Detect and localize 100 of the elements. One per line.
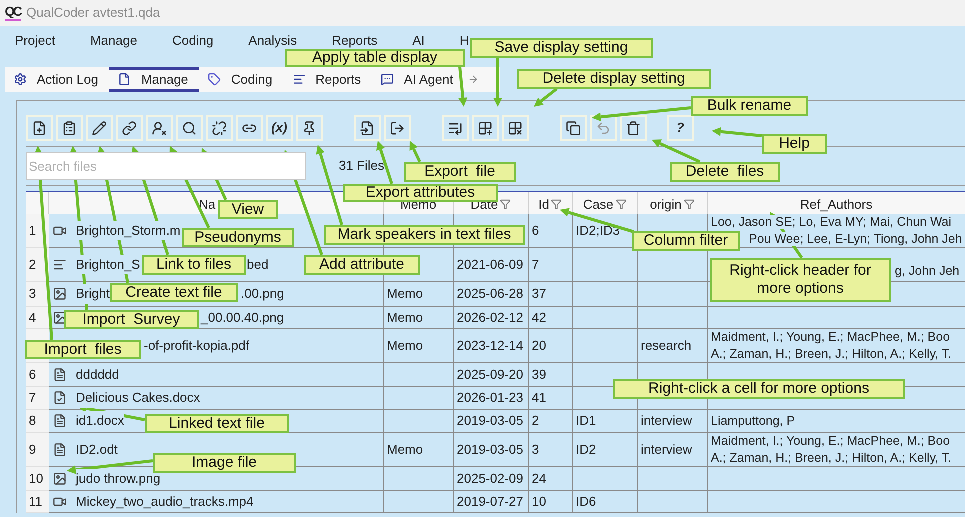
file-name: bed <box>247 256 269 274</box>
file-name: .00.png <box>241 285 284 304</box>
toolbar-button[interactable] <box>620 115 647 141</box>
filter-icon[interactable] <box>551 199 562 210</box>
table-cell <box>638 467 708 491</box>
table-cell: Liamputtong, P <box>708 410 965 433</box>
table-cell: 2025-09-20 <box>454 363 529 387</box>
table-cell <box>573 307 638 329</box>
column-header[interactable]: Case <box>583 198 614 212</box>
column-header[interactable]: Ref_Authors <box>800 198 873 212</box>
column-header[interactable]: origin <box>650 198 682 212</box>
table-cell <box>638 491 708 513</box>
table-cell: ID2 <box>573 433 638 467</box>
toolbar-button[interactable] <box>442 115 469 141</box>
menu-item[interactable]: H <box>460 34 470 48</box>
toolbar-button[interactable] <box>116 115 143 141</box>
toolbar-button[interactable] <box>206 115 233 141</box>
toolbar-button[interactable] <box>296 115 323 141</box>
callout-tooltip: Delete display setting <box>517 69 711 89</box>
table-cell: interview <box>638 433 708 467</box>
menu-item[interactable]: Reports <box>332 34 378 48</box>
table-cell: 2025-06-28 <box>454 282 529 307</box>
menu-item[interactable]: AI <box>412 34 425 48</box>
callout-arrow <box>712 127 762 138</box>
toolbar-button[interactable] <box>384 115 411 141</box>
callout-tooltip: Create text file <box>110 283 238 302</box>
toolbar-button[interactable]: ? <box>667 115 694 141</box>
file-count: 31 Files <box>339 157 385 176</box>
table-cell: 2019-03-05 <box>454 433 529 467</box>
toolbar-button[interactable] <box>472 115 499 141</box>
user-x-icon <box>152 120 167 136</box>
app-logo: QC <box>5 5 20 21</box>
callout-tooltip: Import files <box>25 340 141 359</box>
table-cell: 2021-06-09 <box>454 248 529 282</box>
copy-icon <box>566 120 581 136</box>
link-icon <box>122 120 137 136</box>
file-name: -of-profit-kopia.pdf <box>144 336 250 355</box>
pencil-icon <box>92 120 107 136</box>
callout-arrow <box>494 58 502 107</box>
file-plus-icon <box>32 120 47 136</box>
tab[interactable]: Reports <box>284 67 372 92</box>
table-cell <box>638 307 708 329</box>
trash-icon <box>626 120 641 136</box>
table-cell: 39 <box>529 363 573 387</box>
window-title: QualCoder avtest1.qda <box>26 4 160 22</box>
toolbar-button[interactable] <box>176 115 203 141</box>
callout-arrow <box>652 140 701 164</box>
toolbar-button[interactable] <box>146 115 173 141</box>
filter-icon[interactable] <box>684 199 695 210</box>
table-cell: ID6 <box>573 491 638 513</box>
settings-icon <box>14 73 27 86</box>
file-name: _00.00.40.png <box>201 308 284 327</box>
table-cell: ID1 <box>573 410 638 433</box>
menu-item[interactable]: Coding <box>172 34 214 48</box>
document-icon <box>53 442 67 456</box>
callout-tooltip: Bulk rename <box>691 96 808 116</box>
toolbar-button[interactable] <box>354 115 381 141</box>
lines-icon <box>53 258 67 272</box>
callout-tooltip: View <box>218 200 278 219</box>
broken-link-icon <box>212 120 227 136</box>
table-cell <box>573 282 638 307</box>
filter-icon[interactable] <box>616 199 627 210</box>
filter-icon[interactable] <box>500 199 512 210</box>
tab[interactable]: Action Log <box>5 67 110 92</box>
table-cell: 3 <box>529 433 573 467</box>
row-number: 7 <box>26 387 49 410</box>
column-header[interactable]: Na <box>199 198 216 212</box>
callout-tooltip: Column filter <box>632 231 740 251</box>
tab[interactable]: Manage <box>109 67 200 92</box>
row-number: 3 <box>26 282 49 307</box>
toolbar-button[interactable] <box>236 115 263 141</box>
search-field[interactable]: Search files <box>26 152 306 180</box>
callout-tooltip: Delete files <box>670 162 780 182</box>
table-cell: 20 <box>529 329 573 363</box>
tab[interactable]: Coding <box>199 67 284 92</box>
file-arrow-icon <box>360 120 375 136</box>
toolbar-button[interactable]: (x) <box>266 115 293 141</box>
table-cell: 2019-07-27 <box>454 491 529 513</box>
menu-item[interactable]: Analysis <box>248 34 298 48</box>
callout-tooltip: Export file <box>404 162 516 182</box>
tab[interactable]: AI Agent <box>372 67 464 92</box>
image-icon <box>53 310 67 324</box>
menu-item[interactable]: Manage <box>90 34 138 48</box>
tag-icon <box>208 73 222 86</box>
table-cell: 2026-01-23 <box>454 387 529 410</box>
search-icon <box>182 120 197 136</box>
lines-icon <box>292 73 306 86</box>
menu-item[interactable]: Project <box>15 34 56 48</box>
toolbar-button[interactable] <box>86 115 113 141</box>
toolbar-button[interactable] <box>502 115 529 141</box>
arrow-right-icon[interactable] <box>468 74 480 85</box>
table-cell: 2019-03-05 <box>454 410 529 433</box>
callout-arrow <box>534 88 558 107</box>
grid-plus-icon <box>478 120 493 136</box>
toolbar-button[interactable] <box>56 115 83 141</box>
table-cell: 42 <box>529 307 573 329</box>
toolbar-button[interactable] <box>26 115 53 141</box>
column-header[interactable]: Id <box>538 198 550 212</box>
document-check-icon <box>53 391 67 405</box>
toolbar-button[interactable] <box>560 115 587 141</box>
